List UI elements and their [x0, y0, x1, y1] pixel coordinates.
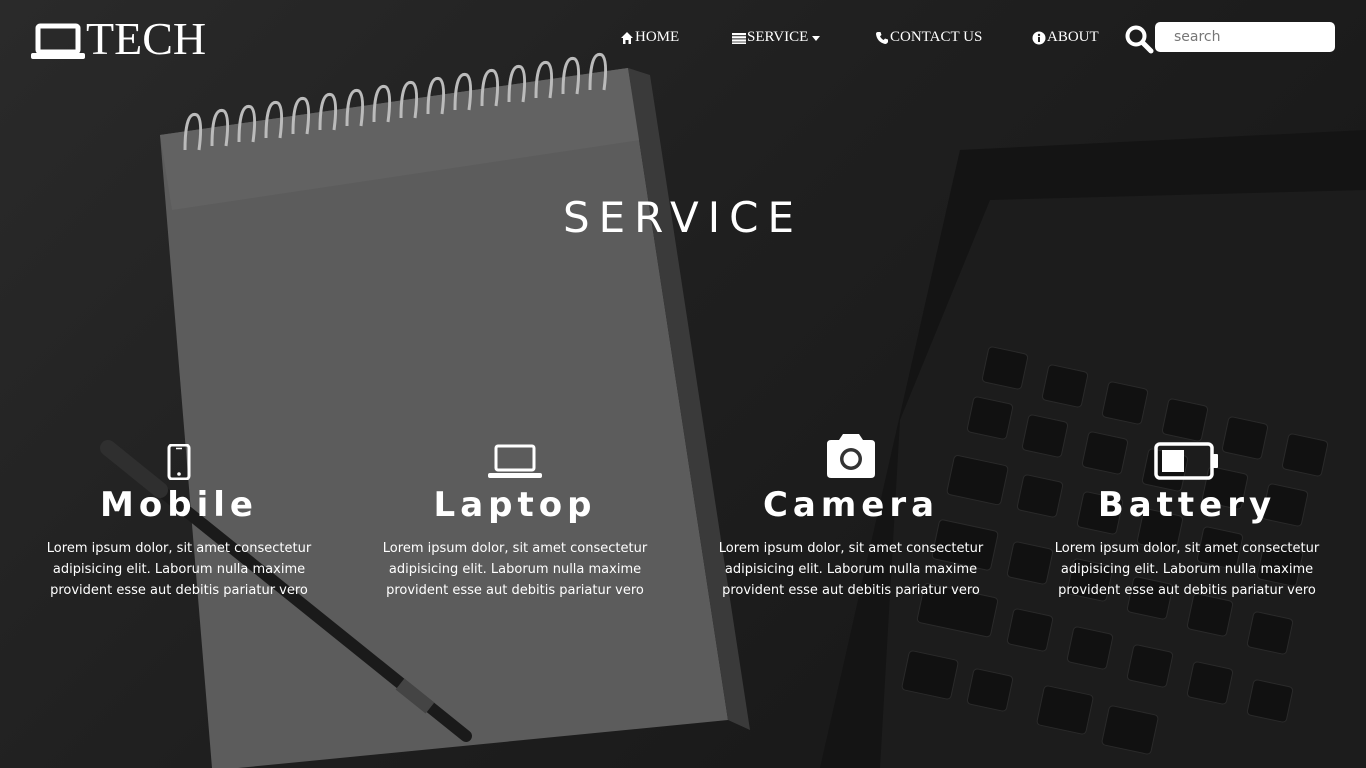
search-icon[interactable]	[1124, 24, 1154, 54]
search-input[interactable]	[1155, 22, 1335, 52]
camera-icon	[827, 434, 875, 478]
brand-logo[interactable]: TECH	[30, 14, 206, 62]
nav-item-home-label: HOME	[635, 29, 680, 45]
brand-name: TECH	[86, 13, 207, 64]
services-section: Mobile Lorem ipsum dolor, sit amet conse…	[0, 430, 1366, 630]
page-title: SERVICE	[562, 193, 804, 242]
nav-item-contact-label: CONTACT US	[890, 29, 983, 45]
nav-item-service-label: SERVICE	[747, 29, 809, 45]
nav-item-home[interactable]: HOME	[620, 29, 679, 46]
service-card-battery: Battery Lorem ipsum dolor, sit amet cons…	[1037, 430, 1337, 601]
service-card-mobile: Mobile Lorem ipsum dolor, sit amet conse…	[29, 430, 329, 601]
service-title: Camera	[762, 485, 940, 525]
list-icon	[732, 32, 746, 44]
service-card-laptop: Laptop Lorem ipsum dolor, sit amet conse…	[365, 430, 665, 601]
laptop-icon	[488, 444, 542, 478]
nav-item-about[interactable]: ABOUT	[1032, 29, 1099, 46]
service-title: Battery	[1097, 485, 1277, 525]
chevron-down-icon	[812, 35, 821, 41]
service-description: Lorem ipsum dolor, sit amet consectetur …	[718, 541, 984, 598]
battery-icon	[1154, 442, 1218, 480]
background-photo	[0, 0, 1366, 768]
service-card-camera: Camera Lorem ipsum dolor, sit amet conse…	[701, 430, 1001, 601]
service-description: Lorem ipsum dolor, sit amet consectetur …	[382, 541, 648, 598]
nav-item-about-label: ABOUT	[1047, 29, 1099, 45]
info-icon	[1032, 31, 1046, 44]
laptop-icon	[31, 23, 85, 59]
service-title: Laptop	[433, 485, 597, 525]
service-description: Lorem ipsum dolor, sit amet consectetur …	[1054, 541, 1320, 598]
service-title: Mobile	[100, 485, 258, 525]
nav-item-contact[interactable]: CONTACT US	[875, 29, 982, 46]
home-icon	[621, 31, 633, 44]
service-description: Lorem ipsum dolor, sit amet consectetur …	[46, 541, 312, 598]
phone-icon	[876, 31, 888, 44]
navbar: TECH HOME SERVICE CONTACT US ABOUT searc…	[0, 0, 1366, 78]
mobile-phone-icon	[167, 444, 191, 480]
nav-item-service[interactable]: SERVICE	[732, 29, 821, 46]
